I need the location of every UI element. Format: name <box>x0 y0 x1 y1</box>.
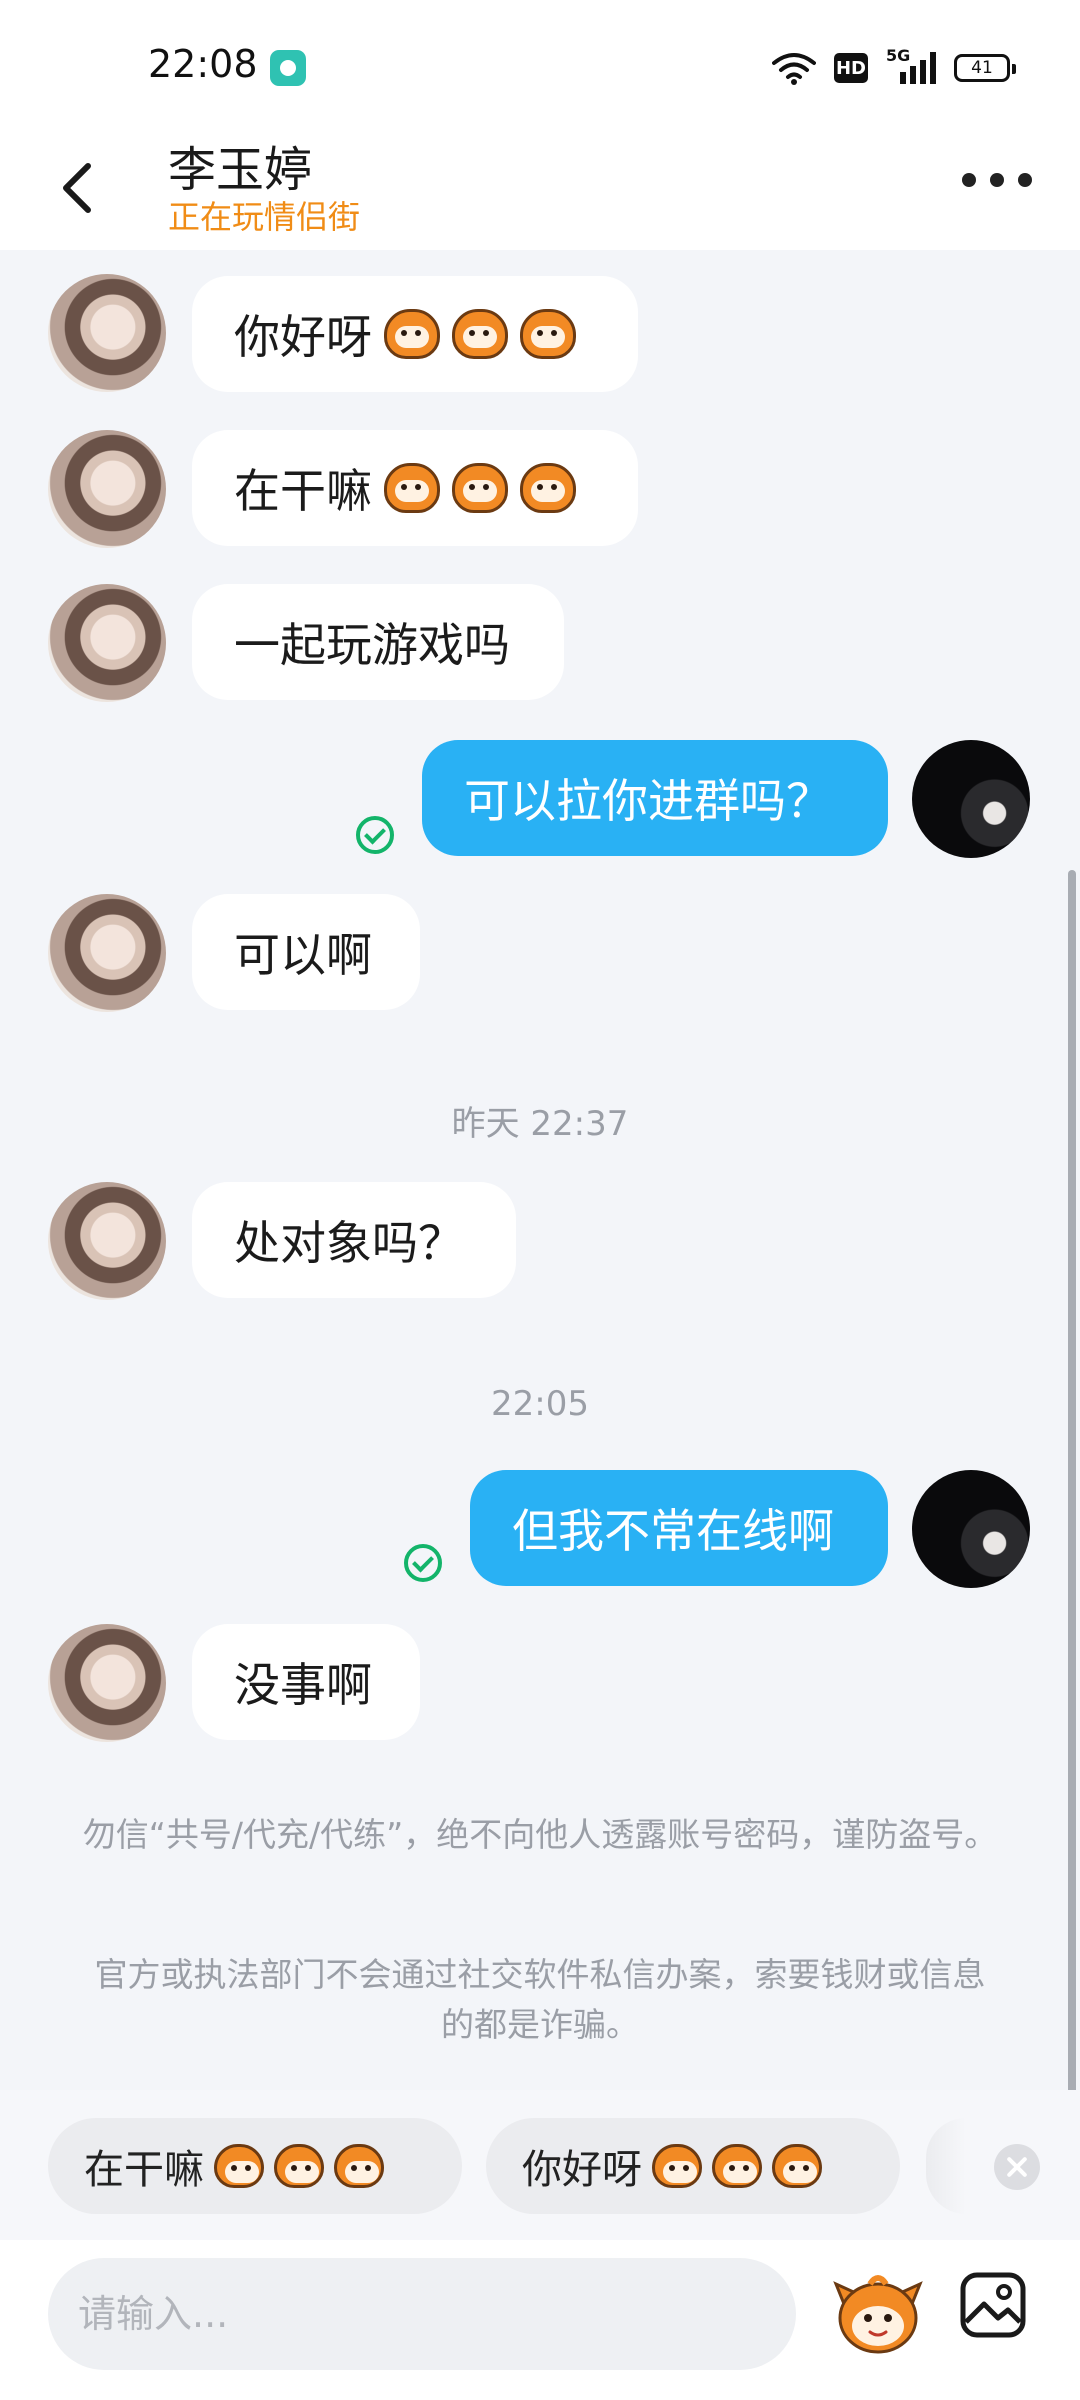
wifi-icon <box>772 53 816 85</box>
hd-icon: HD <box>834 53 868 83</box>
message-bubble-incoming[interactable]: 可以啊 <box>192 894 420 1010</box>
monkey-emoji-icon <box>772 2144 822 2188</box>
network-type: 5G <box>886 46 911 65</box>
message-text: 没事啊 <box>234 1658 372 1712</box>
contact-name[interactable]: 李玉婷 <box>168 130 312 200</box>
image-icon[interactable] <box>958 2270 1028 2340</box>
app-notification-icon <box>270 50 306 86</box>
monkey-emoji-icon <box>712 2144 762 2188</box>
security-notice: 勿信“共号/代充/代练”，绝不向他人透露账号密码，谨防盗号。 <box>82 1815 998 1854</box>
monkey-emoji-icon <box>520 309 576 359</box>
monkey-emoji-icon <box>452 309 508 359</box>
monkey-emoji-icon <box>384 463 440 513</box>
message-bubble-incoming[interactable]: 你好呀 <box>192 276 638 392</box>
timestamp: 昨天 22:37 <box>451 1104 629 1144</box>
user-avatar[interactable] <box>912 1470 1030 1588</box>
message-bubble-incoming[interactable]: 没事啊 <box>192 1624 420 1740</box>
read-check-icon <box>404 1544 442 1582</box>
message-text: 但我不常在线啊 <box>512 1504 834 1558</box>
message-text: 你好呀 <box>234 310 372 364</box>
chat-scrollbar[interactable] <box>1068 870 1076 2090</box>
contact-avatar[interactable] <box>48 430 166 548</box>
message-text: 在干嘛 <box>234 464 372 518</box>
contact-avatar[interactable] <box>48 1182 166 1300</box>
timestamp: 22:05 <box>491 1384 589 1424</box>
signal-icon: 5G <box>886 46 936 86</box>
message-text: 可以啊 <box>234 928 372 982</box>
quick-reply-chip-partial[interactable] <box>926 2118 966 2214</box>
message-input[interactable] <box>48 2258 796 2370</box>
quick-reply-text: 在干嘛 <box>84 2147 204 2193</box>
quick-reply-chip[interactable]: 在干嘛 <box>48 2118 462 2214</box>
message-bubble-incoming[interactable]: 一起玩游戏吗 <box>192 584 564 700</box>
contact-avatar[interactable] <box>48 584 166 702</box>
quick-reply-text: 你好呀 <box>522 2147 642 2193</box>
chat-area[interactable]: 你好呀 在干嘛 一起玩游戏吗 可以拉你进群吗？ 可以啊 昨天 22:37 处对象… <box>0 250 1080 2090</box>
message-bubble-outgoing[interactable]: 但我不常在线啊 <box>470 1470 888 1586</box>
chat-header: 李玉婷 正在玩情侣街 <box>0 120 1080 250</box>
message-bubble-incoming[interactable]: 在干嘛 <box>192 430 638 546</box>
monkey-emoji-icon <box>520 463 576 513</box>
monkey-emoji-icon <box>652 2144 702 2188</box>
monkey-emoji-icon <box>274 2144 324 2188</box>
monkey-emoji-icon <box>384 309 440 359</box>
contact-avatar[interactable] <box>48 274 166 392</box>
monkey-emoji-icon <box>214 2144 264 2188</box>
status-bar: 22:08 HD 5G 41 <box>0 0 1080 120</box>
contact-avatar[interactable] <box>48 1624 166 1742</box>
status-time: 22:08 <box>148 42 258 86</box>
quick-replies-bar: 在干嘛 你好呀 <box>0 2090 1080 2240</box>
message-bubble-incoming[interactable]: 处对象吗？ <box>192 1182 516 1298</box>
fraud-notice: 官方或执法部门不会通过社交软件私信办案，索要钱财或信息的都是诈骗。 <box>94 1955 986 2044</box>
back-arrow-icon[interactable] <box>52 144 122 224</box>
user-avatar[interactable] <box>912 740 1030 858</box>
close-icon[interactable] <box>994 2144 1040 2190</box>
more-dots-icon[interactable] <box>962 160 1032 200</box>
mascot-emoji-icon[interactable] <box>830 2264 926 2360</box>
message-bubble-outgoing[interactable]: 可以拉你进群吗？ <box>422 740 888 856</box>
quick-reply-chip[interactable]: 你好呀 <box>486 2118 900 2214</box>
contact-avatar[interactable] <box>48 894 166 1012</box>
message-text: 可以拉你进群吗？ <box>464 774 832 828</box>
message-text: 处对象吗？ <box>234 1216 464 1270</box>
monkey-emoji-icon <box>452 463 508 513</box>
battery-icon: 41 <box>954 54 1016 82</box>
status-icons: HD 5G 41 <box>772 46 1016 88</box>
battery-level: 41 <box>971 58 993 78</box>
message-text: 一起玩游戏吗 <box>234 618 510 672</box>
input-bar <box>0 2240 1080 2400</box>
read-check-icon <box>356 816 394 854</box>
monkey-emoji-icon <box>334 2144 384 2188</box>
contact-status[interactable]: 正在玩情侣街 <box>168 192 360 238</box>
